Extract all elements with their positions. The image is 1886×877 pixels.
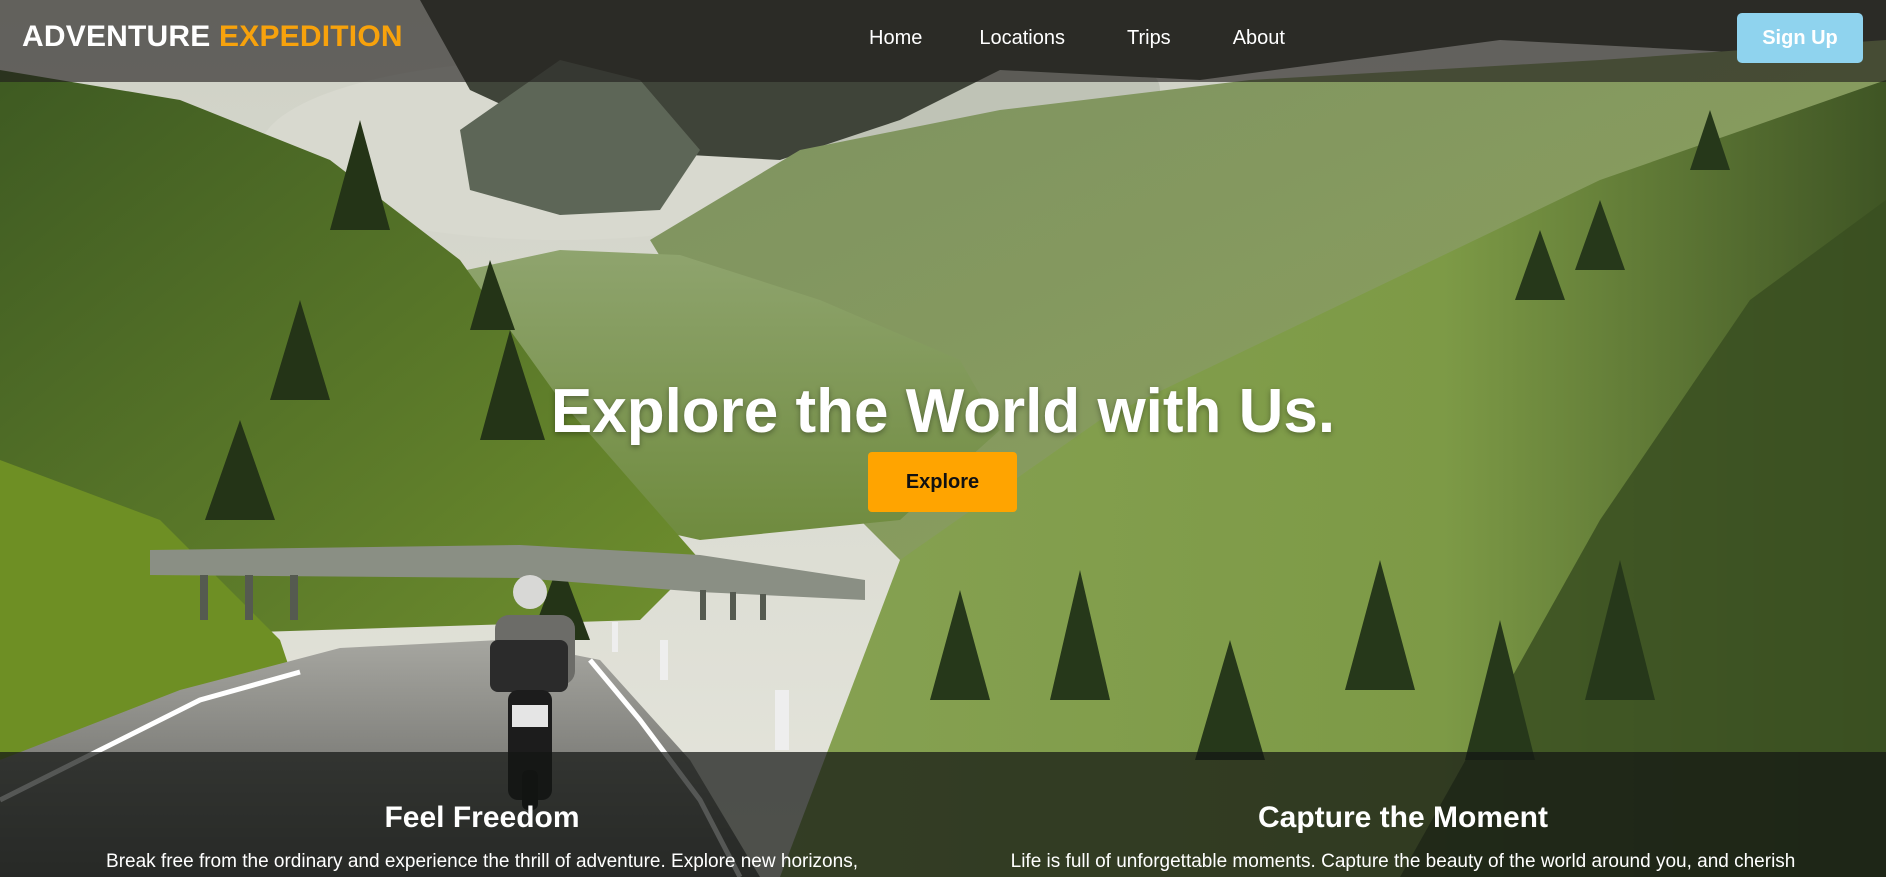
brand-logo[interactable]: ADVENTURE EXPEDITION <box>22 19 403 55</box>
hero-title: Explore the World with Us. <box>0 374 1886 450</box>
feature-title: Capture the Moment <box>1257 801 1548 834</box>
feature-text: Life is full of unforgettable moments. C… <box>1010 851 1796 872</box>
hero-title-text: Explore the World with Us. <box>550 377 1336 446</box>
feature-capture-the-moment: Capture the Moment Life is full of unfor… <box>980 752 1826 874</box>
feature-feel-freedom: Feel Freedom Break free from the ordinar… <box>60 752 904 874</box>
top-navigation-bar: ADVENTURE EXPEDITION Home Locations Trip… <box>0 0 1886 82</box>
nav-link-locations[interactable]: Locations <box>979 25 1065 51</box>
sign-up-button[interactable]: Sign Up <box>1737 13 1863 63</box>
explore-button[interactable]: Explore <box>868 452 1017 512</box>
feature-text: Break free from the ordinary and experie… <box>106 851 858 872</box>
brand-name-part1: ADVENTURE <box>22 20 211 53</box>
features-section: Feel Freedom Break free from the ordinar… <box>0 752 1886 877</box>
nav-link-home[interactable]: Home <box>869 25 922 51</box>
brand-name-part2: EXPEDITION <box>219 20 403 53</box>
nav-link-about[interactable]: About <box>1233 25 1285 51</box>
feature-title: Feel Freedom <box>384 801 580 834</box>
main-nav: Home Locations Trips About <box>869 25 1285 51</box>
nav-link-trips[interactable]: Trips <box>1127 25 1171 51</box>
